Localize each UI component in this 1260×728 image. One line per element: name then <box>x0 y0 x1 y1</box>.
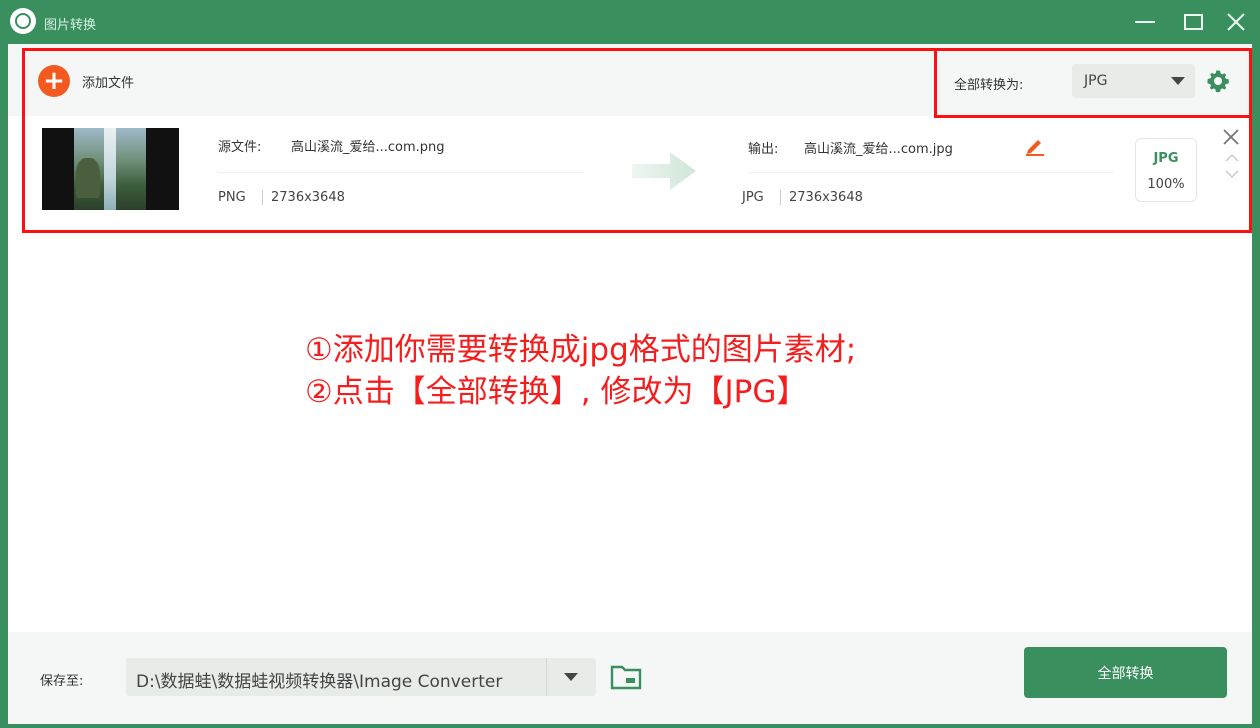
convert-all-button[interactable]: 全部转换 <box>1024 647 1227 698</box>
source-file-label: 源文件: <box>218 140 262 155</box>
output-file-name: 高山溪流_爱给...com.jpg <box>804 142 953 157</box>
source-dimensions: 2736x3648 <box>262 190 345 205</box>
chevron-up-icon[interactable] <box>1224 152 1240 164</box>
footer-bar: 保存至: D:\数据蛙\数据蛙视频转换器\Image Converter 全部转… <box>8 632 1252 724</box>
plus-icon: + <box>38 65 70 97</box>
app-window: 图片转换 + 添加文件 全部转换为: JPG 源文件: 高山溪流_爱给...co… <box>0 0 1260 728</box>
caret-down-icon[interactable] <box>564 673 578 681</box>
convert-all-label: 全部转换为: <box>954 78 1024 93</box>
output-file-label: 输出: <box>748 142 779 157</box>
add-file-button[interactable]: + 添加文件 <box>38 65 134 97</box>
output-dimensions: 2736x3648 <box>780 190 863 205</box>
pencil-icon[interactable] <box>1024 136 1046 156</box>
output-format-select[interactable]: JPG <box>1072 64 1195 98</box>
minimize-button[interactable] <box>1132 10 1158 34</box>
caret-down-icon <box>1171 77 1185 85</box>
format-quality-badge[interactable]: JPG 100% <box>1135 138 1197 202</box>
maximize-button[interactable] <box>1180 10 1206 34</box>
chevron-down-icon[interactable] <box>1224 168 1240 180</box>
folder-icon[interactable] <box>610 663 642 691</box>
gear-icon[interactable] <box>1206 69 1230 93</box>
instruction-line-1: ①添加你需要转换成jpg格式的图片素材; <box>305 332 857 368</box>
waterfall-thumbnail <box>42 128 179 210</box>
app-logo-icon <box>10 8 36 34</box>
output-format: JPG <box>742 190 764 205</box>
source-file-name: 高山溪流_爱给...com.png <box>291 140 445 155</box>
badge-format: JPG <box>1153 151 1179 166</box>
badge-quality: 100% <box>1147 177 1185 192</box>
maximize-icon <box>1183 14 1203 30</box>
arrow-right-icon <box>632 152 696 190</box>
add-file-label: 添加文件 <box>82 75 135 91</box>
toolbar: + 添加文件 全部转换为: JPG <box>8 44 1252 116</box>
close-window-button[interactable] <box>1223 10 1249 34</box>
instruction-line-2: ②点击【全部转换】, 修改为【JPG】 <box>305 374 808 410</box>
remove-file-close-icon[interactable] <box>1222 128 1240 146</box>
file-row: 源文件: 高山溪流_爱给...com.png PNG 2736x3648 输出:… <box>28 118 1250 230</box>
minimize-icon <box>1135 21 1155 23</box>
close-icon <box>1227 13 1245 31</box>
source-format: PNG <box>218 190 246 205</box>
output-format-value: JPG <box>1084 73 1108 89</box>
save-path-select[interactable]: D:\数据蛙\数据蛙视频转换器\Image Converter <box>126 658 596 696</box>
save-to-label: 保存至: <box>40 674 84 689</box>
title-bar: 图片转换 <box>0 0 1260 44</box>
save-path-value: D:\数据蛙\数据蛙视频转换器\Image Converter <box>136 672 503 692</box>
window-title: 图片转换 <box>44 18 97 33</box>
